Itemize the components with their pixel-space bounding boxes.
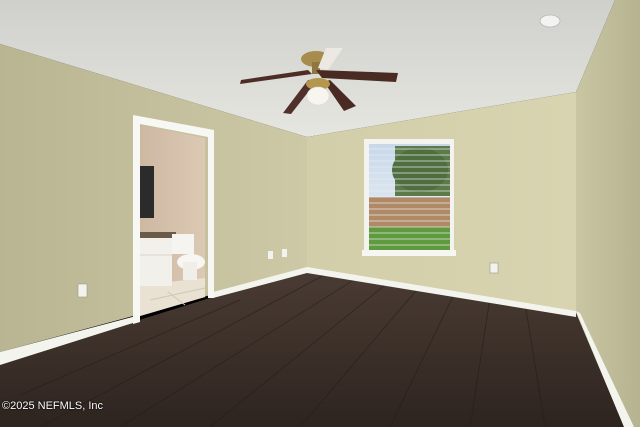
window-sill (362, 250, 456, 256)
toilet-tank (172, 234, 194, 254)
mirror (140, 166, 154, 218)
outlet-left-wall (77, 283, 88, 298)
fan-light-globe (306, 86, 330, 106)
smoke-detector (539, 14, 561, 28)
room-photo: ©2025 NEFMLS, Inc (0, 0, 640, 427)
vanity-counter (140, 232, 176, 238)
outlet-back-wall-right (489, 262, 499, 274)
window-fence (369, 197, 450, 227)
outlet-back-wall-mid (282, 249, 287, 257)
bathroom-doorway (133, 115, 214, 324)
outlet-back-wall-left (268, 251, 273, 259)
room-scene (0, 0, 640, 427)
vanity-cabinet (140, 238, 172, 286)
copyright-watermark: ©2025 NEFMLS, Inc (2, 400, 104, 412)
window (362, 139, 456, 256)
